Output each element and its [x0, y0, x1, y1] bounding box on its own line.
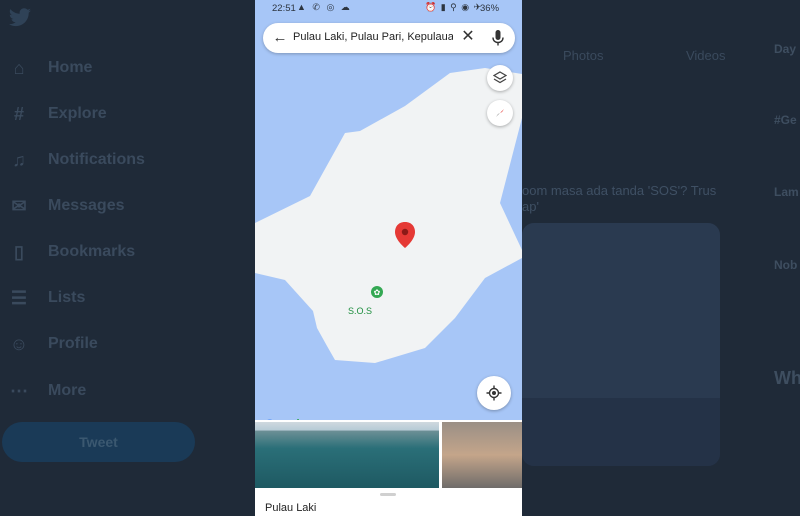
mail-icon: ✉: [11, 195, 27, 216]
person-icon: ☺: [9, 333, 29, 354]
place-name: Pulau Laki: [265, 502, 317, 514]
search-query[interactable]: Pulau Laki, Pulau Pari, Kepulaua...: [293, 31, 453, 43]
nav-notifications[interactable]: ♫ Notifications: [8, 145, 145, 175]
who-to-follow-heading: Wh: [774, 368, 800, 388]
bookmark-icon: ▯: [14, 241, 24, 262]
screen: ⌂ Home # Explore ♫ Notifications ✉ Messa…: [0, 0, 800, 516]
twitter-content: Photos Videos oom masa ada tanda 'SOS'? …: [522, 0, 800, 516]
place-photos: [255, 420, 522, 488]
twitter-sidebar: ⌂ Home # Explore ♫ Notifications ✉ Messa…: [0, 0, 255, 516]
status-time: 22:51: [272, 3, 296, 14]
nav-more-label: More: [48, 382, 87, 399]
trend-item[interactable]: #Ge: [774, 113, 797, 127]
layers-button[interactable]: [487, 65, 513, 91]
close-icon[interactable]: ✕: [459, 28, 477, 46]
nav-profile[interactable]: ☺ Profile: [8, 329, 98, 359]
media-tabs: Photos Videos: [522, 48, 767, 78]
nav-home-label: Home: [48, 59, 93, 76]
my-location-icon: [486, 385, 502, 401]
nav-bookmarks-label: Bookmarks: [48, 243, 136, 260]
status-bar: 22:51 ▲ ✆ ◎ ☁ ⏰ ▮ ⚲ ◉ ✈ 36%: [255, 0, 522, 18]
place-photo[interactable]: [255, 422, 439, 488]
nav-messages-label: Messages: [48, 197, 125, 214]
nav-messages[interactable]: ✉ Messages: [8, 191, 125, 221]
nav-lists[interactable]: ☰ Lists: [8, 283, 85, 313]
tweet-text: oom masa ada tanda 'SOS'? Trus ap': [522, 183, 717, 214]
system-icons: ⏰ ▮ ⚲ ◉ ✈: [425, 2, 483, 12]
map-canvas: ✿: [255, 18, 522, 420]
layers-icon: [493, 71, 507, 84]
nav-profile-label: Profile: [48, 335, 98, 352]
search-bar[interactable]: ← Pulau Laki, Pulau Pari, Kepulaua... ✕: [263, 23, 515, 53]
compass-button[interactable]: [487, 100, 513, 126]
map-view[interactable]: ✿ S.O.S: [255, 18, 522, 431]
tweet-media-footer: [522, 398, 720, 466]
mic-icon[interactable]: [491, 29, 505, 47]
compass-icon: [496, 109, 504, 117]
trend-item[interactable]: Nob: [774, 258, 797, 272]
tweet-media-image: [522, 223, 720, 398]
my-location-button[interactable]: [477, 376, 511, 410]
tab-videos[interactable]: Videos: [645, 48, 768, 78]
more-icon: ⋯: [10, 380, 28, 401]
tweet-media-card[interactable]: [522, 223, 720, 466]
arrow-back-icon[interactable]: ←: [271, 29, 289, 47]
list-icon: ☰: [10, 287, 28, 308]
sheet-drag-handle[interactable]: [380, 493, 396, 496]
place-sheet[interactable]: Pulau Laki: [255, 488, 522, 516]
battery-level: 36%: [480, 3, 500, 14]
place-photo[interactable]: [442, 422, 522, 488]
hashtag-icon: #: [13, 103, 24, 124]
poi-marker-icon[interactable]: ✿: [371, 286, 383, 298]
nav-explore[interactable]: # Explore: [8, 99, 107, 129]
tweet-button[interactable]: Tweet: [2, 422, 195, 462]
svg-text:✿: ✿: [374, 288, 381, 297]
nav-notifications-label: Notifications: [48, 151, 145, 168]
poi-label[interactable]: S.O.S: [348, 306, 372, 316]
nav-lists-label: Lists: [48, 289, 86, 306]
nav-explore-label: Explore: [48, 105, 107, 122]
bell-icon: ♫: [12, 149, 26, 170]
nav-bookmarks[interactable]: ▯ Bookmarks: [8, 237, 135, 267]
twitter-logo-icon: [9, 8, 31, 27]
nav-more[interactable]: ⋯ More: [8, 376, 86, 406]
trend-item[interactable]: Day: [774, 42, 796, 56]
phone-screenshot: ✿ S.O.S 22:51 ▲ ✆ ◎ ☁ ⏰ ▮ ⚲ ◉ ✈ 36% ← Pu…: [255, 0, 522, 516]
trend-item[interactable]: Lam: [774, 185, 799, 199]
tab-photos[interactable]: Photos: [522, 48, 645, 78]
home-icon: ⌂: [13, 57, 25, 78]
notification-icons: ▲ ✆ ◎ ☁: [297, 2, 352, 12]
nav-home[interactable]: ⌂ Home: [8, 53, 93, 83]
